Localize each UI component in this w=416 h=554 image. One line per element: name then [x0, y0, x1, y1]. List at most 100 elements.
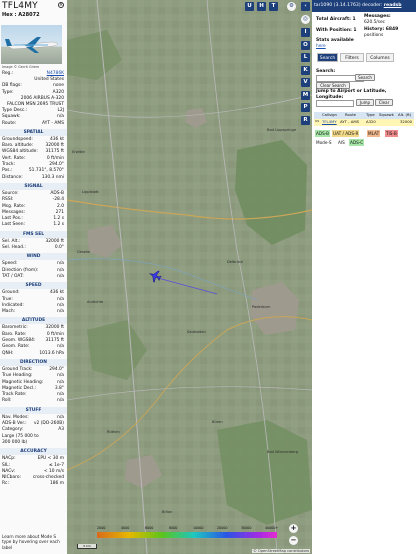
map-button-h[interactable]: H — [257, 2, 266, 11]
jump-button[interactable]: Jump — [356, 99, 374, 106]
aircraft-photo[interactable] — [1, 25, 62, 64]
map-place-label: Bad Lippspringe — [267, 128, 297, 132]
field-key: DB flags: — [2, 83, 22, 89]
col-type[interactable]: Type — [366, 112, 375, 118]
back-arrow-icon[interactable]: ‹ — [301, 2, 310, 11]
row-callsign[interactable]: TFL4MY — [322, 119, 337, 125]
search-tabs: Search Filters Columns — [315, 53, 413, 62]
detail-key: Barometric: — [2, 325, 28, 331]
detail-key: NACp: — [2, 456, 16, 462]
tab-columns[interactable]: Columns — [366, 53, 394, 62]
field-value: n/a — [57, 114, 64, 120]
field-value[interactable]: N4786K — [47, 71, 64, 77]
detail-row: Mach: n/a — [2, 309, 64, 315]
detail-value: 32000 ft — [45, 238, 64, 244]
detail-key: Nav. Modes: — [2, 414, 29, 420]
detail-value: n/a — [57, 267, 64, 273]
detail-row: Distance: 130.3 nmi — [2, 175, 64, 181]
search-button[interactable]: Search — [355, 74, 375, 81]
detail-key: Groundspeed: — [2, 136, 33, 142]
aircraft-hex: Hex : A28072 — [2, 12, 40, 18]
map-button-u[interactable]: U — [245, 2, 254, 11]
detail-row: Magnetic Decl.: 3.8° — [2, 386, 64, 392]
altitude-tick: 2000 — [97, 526, 106, 530]
gear-icon[interactable]: ⚙ — [287, 2, 296, 11]
map-canvas[interactable] — [67, 0, 312, 554]
field-value: L2J — [57, 108, 64, 114]
zoom-in-button[interactable]: + — [289, 524, 298, 533]
detail-key: Track: — [2, 162, 15, 167]
side-button-o[interactable]: O — [301, 40, 310, 50]
altitude-tick: 8000 — [169, 526, 178, 530]
detail-key: Source: — [2, 190, 19, 196]
row-type: A320 — [366, 119, 376, 124]
detail-key: Magnetic Decl.: — [2, 385, 37, 391]
clear-button[interactable]: Clear — [375, 99, 393, 106]
detail-row: Track Rate: n/a — [2, 392, 64, 398]
col-route[interactable]: Route — [345, 112, 356, 118]
detail-row: Messages: 271 — [2, 210, 64, 216]
detail-key: Magnetic Heading: — [2, 379, 44, 385]
side-button-v[interactable]: V — [301, 78, 310, 87]
detail-row: Last Seen: 1.2 s — [2, 222, 64, 228]
tab-filters[interactable]: Filters — [340, 53, 364, 62]
detail-value: 0 ft/min — [46, 155, 64, 161]
legend-tag: ADS-B — [315, 130, 330, 137]
detail-key: Rc: — [2, 481, 9, 487]
messages-label: Messages: — [364, 14, 391, 19]
detail-key: Distance: — [2, 174, 23, 180]
detail-value: n/a — [57, 392, 64, 398]
field-value: 2006 AIRBUS A-320 — [20, 95, 64, 101]
legend-tag: AIS — [337, 139, 346, 146]
col-alt[interactable]: Alt. (ft) — [398, 112, 411, 118]
detail-value: 3.8° — [54, 385, 64, 391]
side-button-k[interactable]: K — [301, 65, 310, 75]
detail-value: ADS-B — [50, 190, 64, 196]
detail-value: n/a — [57, 309, 64, 315]
map-place-label: Bad Wünnenberg — [267, 450, 299, 454]
map-button-t[interactable]: T — [269, 2, 278, 11]
detail-row: Roll: n/a — [2, 398, 64, 404]
detail-key: Geom. Rate: — [2, 344, 30, 350]
detail-row: Vert. Rate: 0 ft/min — [2, 156, 64, 162]
detail-key: 300 000 lb) — [2, 439, 28, 445]
detail-key: Category: — [2, 427, 24, 433]
detail-value: < 10 m/s — [43, 468, 64, 474]
section-spatial: SPATIAL — [0, 128, 67, 136]
altitude-tick: 20000 — [217, 526, 228, 530]
col-squawk[interactable]: Squawk — [379, 112, 394, 118]
zoom-out-button[interactable]: − — [289, 536, 298, 545]
col-callsign[interactable]: Callsign — [322, 112, 337, 118]
detail-row: RSSI: -28.4 — [2, 197, 64, 203]
side-button-l[interactable]: L — [301, 53, 310, 62]
detail-key: Mach: — [2, 309, 16, 315]
side-button-i[interactable]: I — [301, 28, 310, 37]
side-button-p[interactable]: P — [301, 103, 310, 112]
with-position-stat: With Position: 1 — [316, 28, 357, 33]
detail-key: Direction (from): — [2, 267, 39, 273]
detail-key: True Heading: — [2, 373, 33, 379]
clear-search-button[interactable]: Clear Search — [316, 82, 350, 89]
layers-icon[interactable]: ◎ — [301, 15, 310, 24]
table-row[interactable]: US TFL4MY AYT - AMS A320 32000 — [314, 119, 414, 126]
altitude-tick: 40000+ — [265, 526, 279, 530]
jump-input[interactable] — [316, 100, 354, 107]
stats-here-link[interactable]: here — [316, 44, 326, 50]
map-view[interactable]: Lippstadt Paderborn Delbrück Bad Lippspring… — [67, 0, 312, 554]
field-key: Reg.: — [2, 71, 14, 76]
side-button-r[interactable]: R — [301, 115, 310, 125]
plane-photo-icon — [5, 37, 59, 53]
legend-tag: TIS-B — [385, 130, 398, 137]
detail-row: Pos.: 51.731°, 8.570° — [2, 168, 64, 174]
detail-row: Ground: 436 kt — [2, 290, 64, 296]
close-icon[interactable]: × — [58, 2, 64, 8]
decoder-link[interactable]: readsb — [384, 3, 402, 8]
detail-key: Indicated: — [2, 302, 24, 308]
photo-credit: Image © Gerrit Griem — [2, 65, 40, 69]
flag-icon: US — [315, 119, 320, 123]
detail-value: EPU < 30 m — [37, 456, 64, 462]
detail-row: Geom. Rate: n/a — [2, 344, 64, 350]
aircraft-table-header: Callsign Route Type Squawk Alt. (ft) — [314, 112, 414, 119]
tab-search[interactable]: Search — [317, 53, 338, 62]
side-button-m[interactable]: M — [301, 90, 310, 100]
